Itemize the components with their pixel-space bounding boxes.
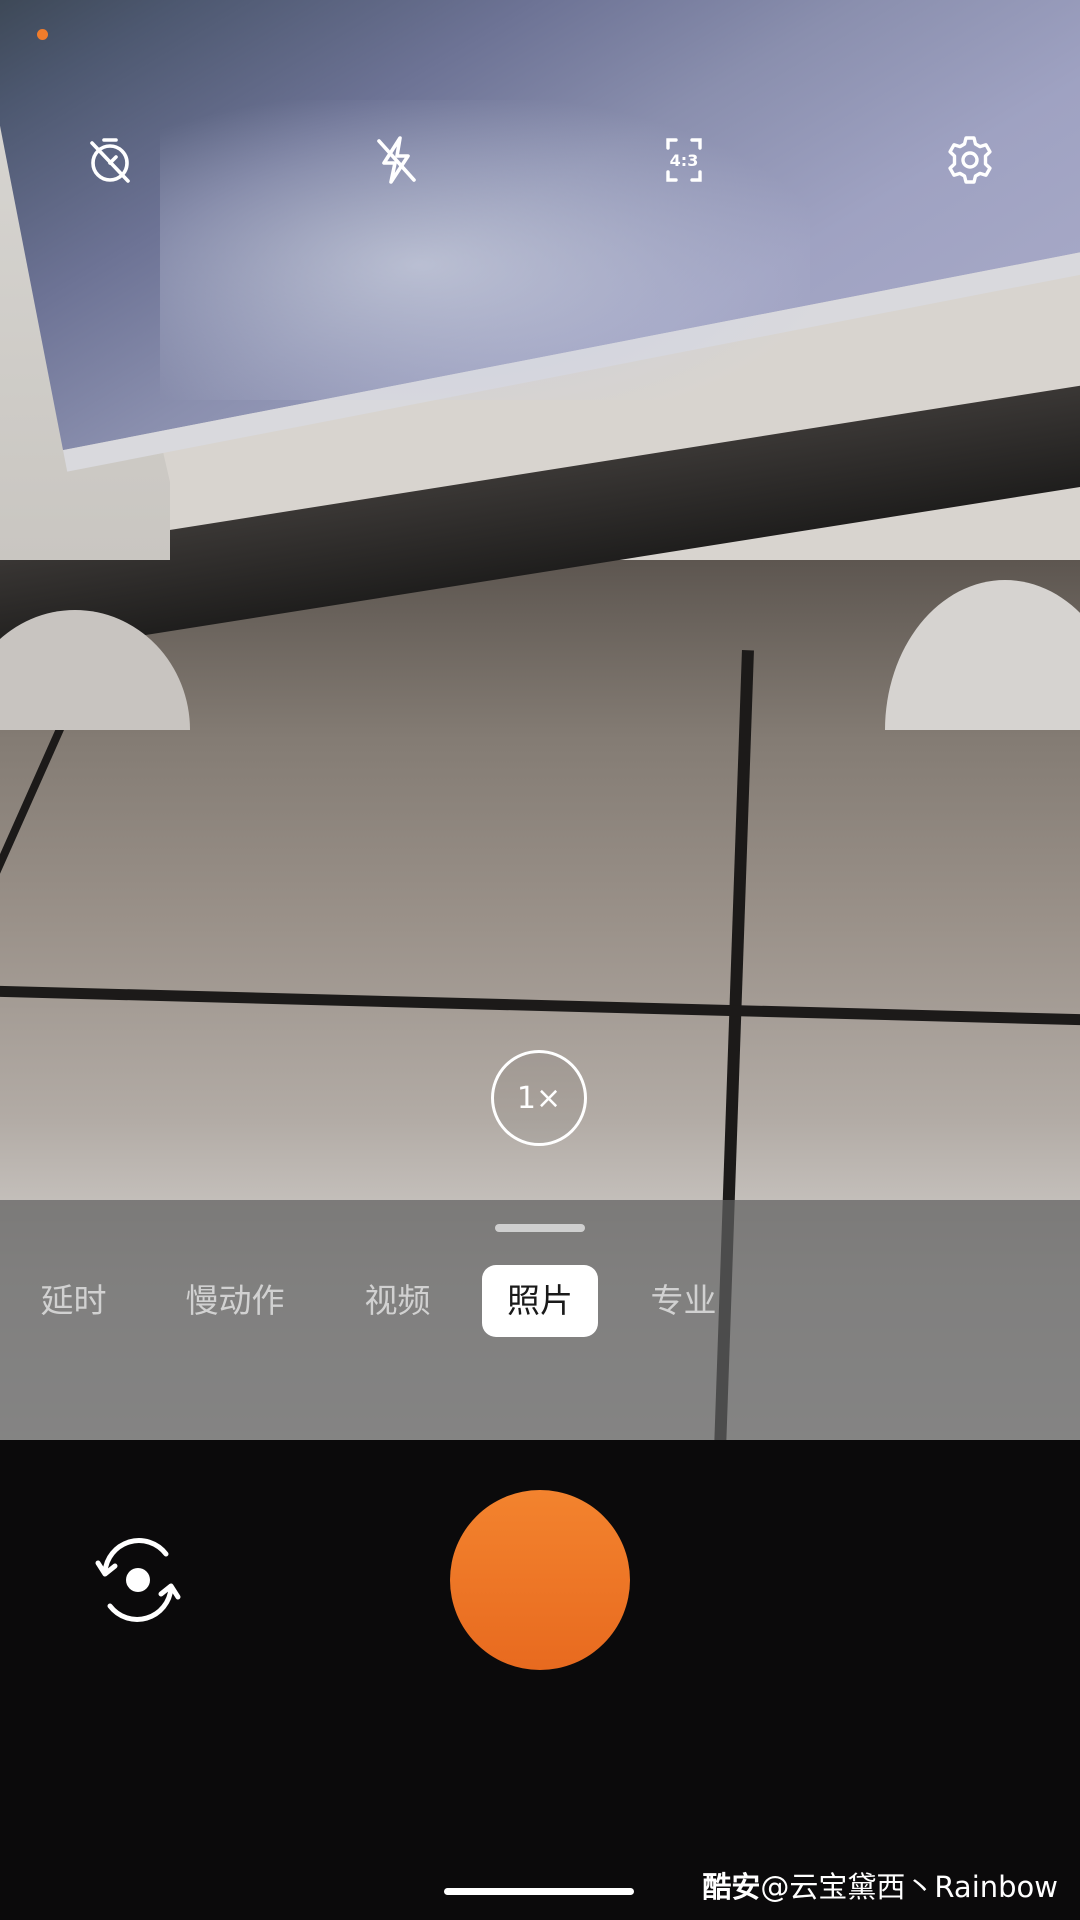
top-controls: 4:3: [0, 110, 1080, 210]
recording-indicator-dot: [37, 29, 48, 40]
bottom-controls: 酷安@云宝黛西丶Rainbow: [0, 1440, 1080, 1920]
mode-photo[interactable]: 照片: [482, 1265, 598, 1337]
mode-video[interactable]: 视频: [340, 1265, 455, 1337]
watermark: 酷安@云宝黛西丶Rainbow: [702, 1864, 1058, 1906]
shutter-button[interactable]: [450, 1490, 630, 1670]
drag-handle[interactable]: [495, 1224, 585, 1232]
mode-timelapse[interactable]: 延时: [16, 1265, 131, 1337]
zoom-label: 1×: [516, 1080, 562, 1116]
gear-icon: [948, 136, 992, 184]
watermark-site: 酷安: [702, 1870, 761, 1904]
switch-camera-button[interactable]: [88, 1530, 188, 1630]
zoom-button[interactable]: 1×: [491, 1050, 587, 1146]
mode-pro[interactable]: 专业: [626, 1265, 741, 1337]
timer-button[interactable]: [60, 110, 160, 210]
flash-off-icon: [377, 136, 416, 184]
camera-switch-icon: [95, 1538, 181, 1622]
settings-button[interactable]: [920, 110, 1020, 210]
timer-off-icon: [90, 138, 130, 183]
flash-button[interactable]: [346, 110, 446, 210]
aspect-ratio-icon: 4:3: [666, 138, 702, 182]
mode-selector-panel: 延时 慢动作 视频 照片 专业: [0, 1200, 1080, 1440]
mode-slow-motion[interactable]: 慢动作: [160, 1265, 310, 1337]
aspect-ratio-button[interactable]: 4:3: [634, 110, 734, 210]
watermark-user: @云宝黛西丶Rainbow: [760, 1870, 1058, 1904]
svg-text:4:3: 4:3: [670, 151, 699, 170]
home-indicator[interactable]: [444, 1888, 634, 1895]
